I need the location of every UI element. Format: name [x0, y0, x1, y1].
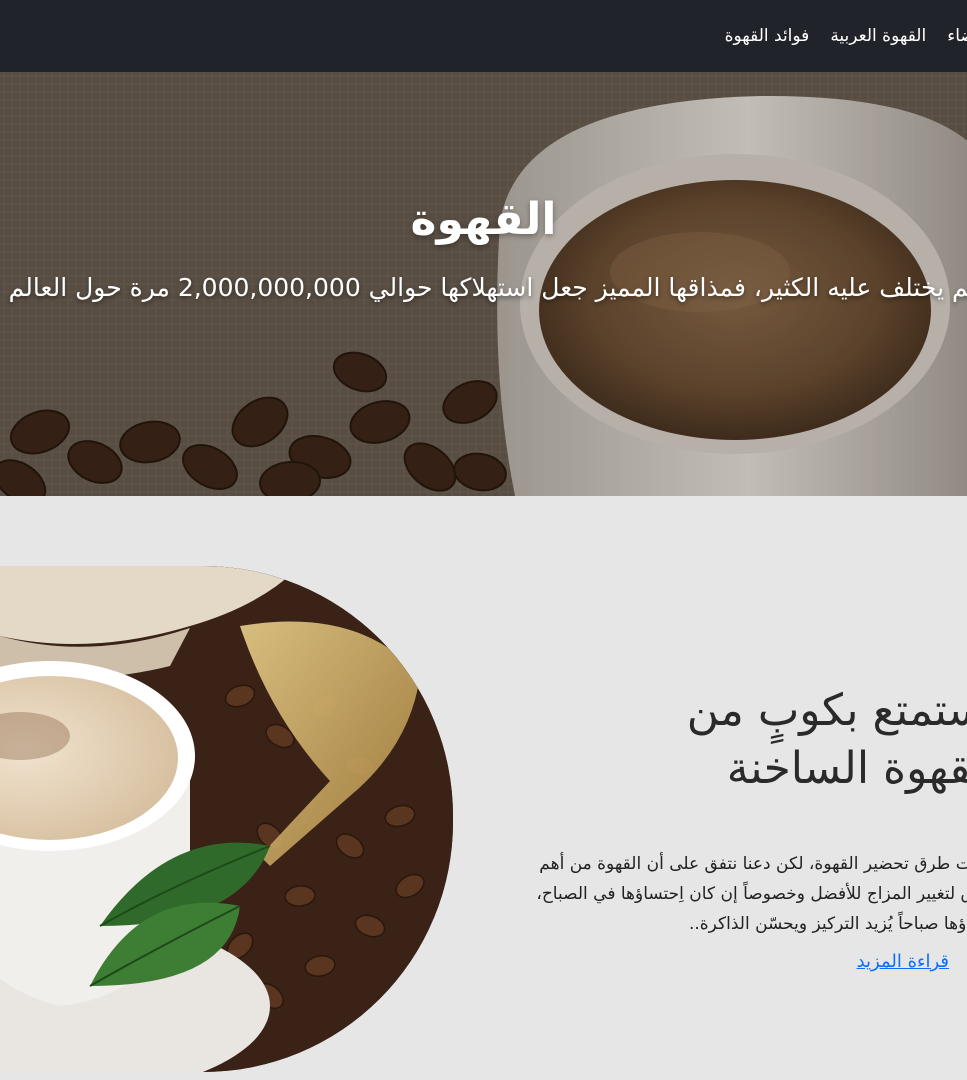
feature-heading: استمتع بكوبٍ من القهوة الساخنة: [686, 685, 967, 794]
nav-link-arabic-coffee[interactable]: القهوة العربية: [830, 26, 926, 46]
top-navbar: أعضاء القهوة العربية فوائد القهوة: [0, 0, 967, 72]
hero-description: لم يختلف عليه الكثير، فمذاقها المميز جعل…: [0, 273, 967, 302]
feature-section: استمتع بكوبٍ من القهوة الساخنة اختلفت طر…: [0, 496, 967, 1080]
nav-item-coffee-benefits: فوائد القهوة: [725, 26, 810, 46]
nav-link-coffee-benefits[interactable]: فوائد القهوة: [725, 26, 810, 46]
coffee-cup-illustration: [0, 566, 453, 1072]
hero-title: القهوة: [410, 194, 557, 245]
nav-item-arabic-coffee: القهوة العربية: [830, 26, 926, 46]
nav-item-members: أعضاء: [947, 26, 967, 46]
feature-description: اختلفت طرق تحضير القهوة، لكن دعنا نتفق ع…: [536, 854, 967, 934]
nav-menu: أعضاء القهوة العربية فوائد القهوة: [725, 0, 967, 72]
hero-banner: القهوة لم يختلف عليه الكثير، فمذاقها الم…: [0, 72, 967, 496]
read-more-link[interactable]: قراءة المزيد: [857, 951, 949, 972]
coffee-cup-image: [0, 566, 453, 1072]
nav-link-members[interactable]: أعضاء: [947, 26, 967, 46]
